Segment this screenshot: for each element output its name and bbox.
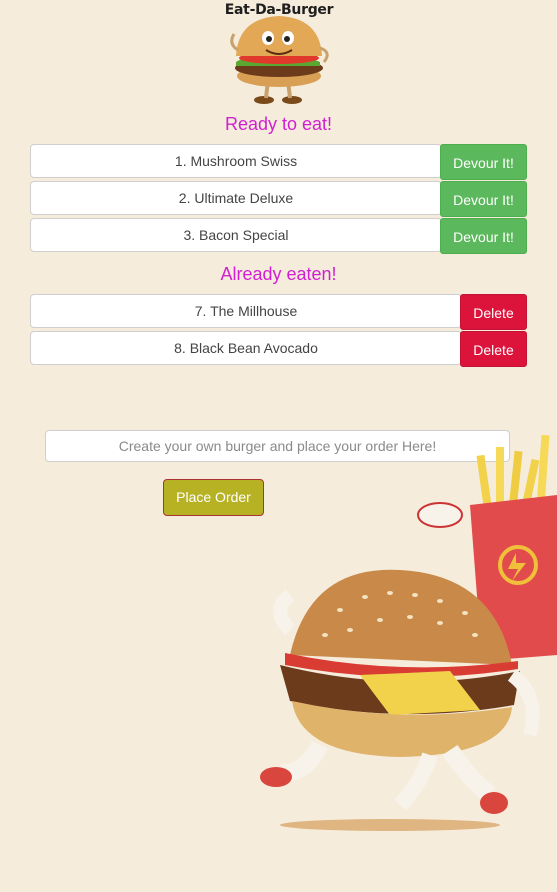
burger-name: 3. Bacon Special bbox=[30, 218, 442, 252]
list-item: 1. Mushroom Swiss Devour It! bbox=[30, 144, 527, 180]
devour-button[interactable]: Devour It! bbox=[440, 218, 527, 254]
place-order-button[interactable]: Place Order bbox=[163, 479, 264, 516]
devour-button[interactable]: Devour It! bbox=[440, 144, 527, 180]
devour-button[interactable]: Devour It! bbox=[440, 181, 527, 217]
ready-title: Ready to eat! bbox=[224, 114, 333, 134]
burger-name: 7. The Millhouse bbox=[30, 294, 462, 328]
logo-text: Eat-Da-Burger bbox=[224, 2, 334, 18]
burger-name: 2. Ultimate Deluxe bbox=[30, 181, 442, 215]
burger-name: 8. Black Bean Avocado bbox=[30, 331, 462, 365]
list-item: 7. The Millhouse Delete bbox=[30, 294, 527, 330]
logo: Eat-Da-Burger bbox=[224, 0, 334, 106]
list-item: 8. Black Bean Avocado Delete bbox=[30, 331, 527, 367]
running-burger-illustration bbox=[260, 434, 557, 831]
list-item: 3. Bacon Special Devour It! bbox=[30, 218, 527, 254]
eaten-title: Already eaten! bbox=[220, 264, 337, 284]
delete-button[interactable]: Delete bbox=[460, 294, 527, 330]
burger-name: 1. Mushroom Swiss bbox=[30, 144, 442, 178]
delete-button[interactable]: Delete bbox=[460, 331, 527, 367]
list-item: 2. Ultimate Deluxe Devour It! bbox=[30, 181, 527, 217]
